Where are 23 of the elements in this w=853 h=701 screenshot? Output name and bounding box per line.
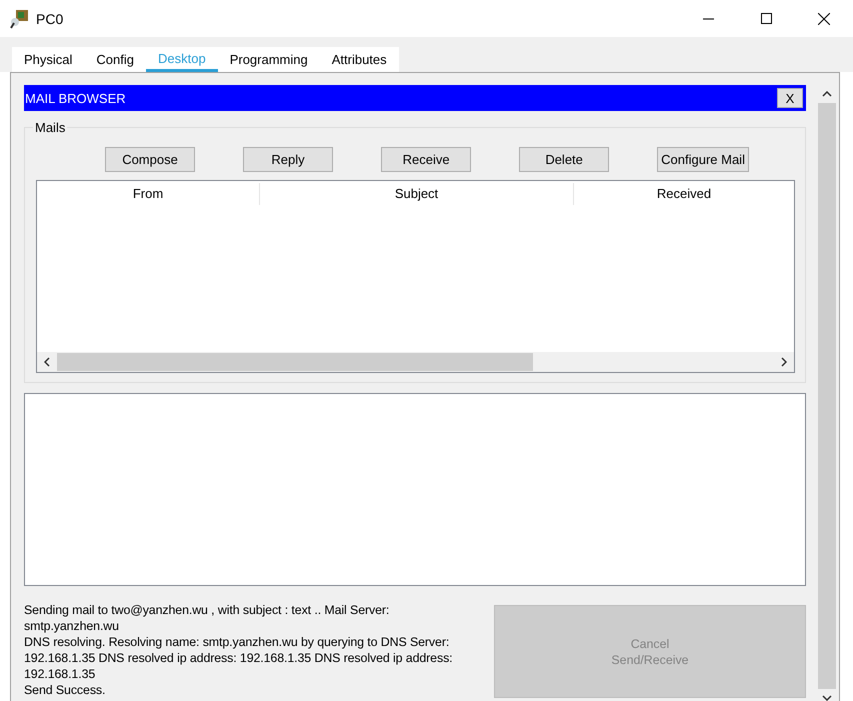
tab[interactable]: Attributes: [320, 47, 399, 72]
app-icon: [10, 8, 30, 28]
toolbar-button[interactable]: Reply: [243, 147, 334, 172]
column-header[interactable]: Received: [574, 183, 794, 205]
toolbar-button[interactable]: Receive: [381, 147, 472, 172]
status-log: Sending mail to two@yanzhen.wu , with subject : text .. Mail Server: smtp.yanzhen.wu DNS resolving. Resolving name: smtp.yanzhen.wu by querying to DNS Server: 192.168.1.35 DNS resolved ip address: 192.168.1.35 DNS resolved ip address: 192.168.1.35 Send Success.: [24, 602, 454, 698]
minimize-icon[interactable]: [702, 18, 714, 20]
window-title: PC0: [36, 10, 64, 26]
panel-title: MAIL BROWSER: [25, 90, 126, 106]
column-header[interactable]: From: [37, 183, 260, 205]
close-icon[interactable]: [818, 12, 830, 24]
tab[interactable]: Physical: [12, 47, 84, 72]
mail-list[interactable]: From Subject Received: [36, 180, 795, 373]
tab[interactable]: Programming: [218, 47, 320, 72]
group-label: Mails: [34, 120, 66, 135]
close-button[interactable]: X: [777, 88, 803, 108]
toolbar-button[interactable]: Delete: [519, 147, 610, 172]
toolbar-button[interactable]: Compose: [105, 147, 196, 172]
horizontal-scrollbar[interactable]: [37, 352, 794, 372]
tab[interactable]: Config: [84, 47, 146, 72]
maximize-icon[interactable]: [760, 13, 772, 24]
column-header[interactable]: Subject: [260, 183, 574, 205]
toolbar-button[interactable]: Configure Mail: [657, 147, 749, 172]
